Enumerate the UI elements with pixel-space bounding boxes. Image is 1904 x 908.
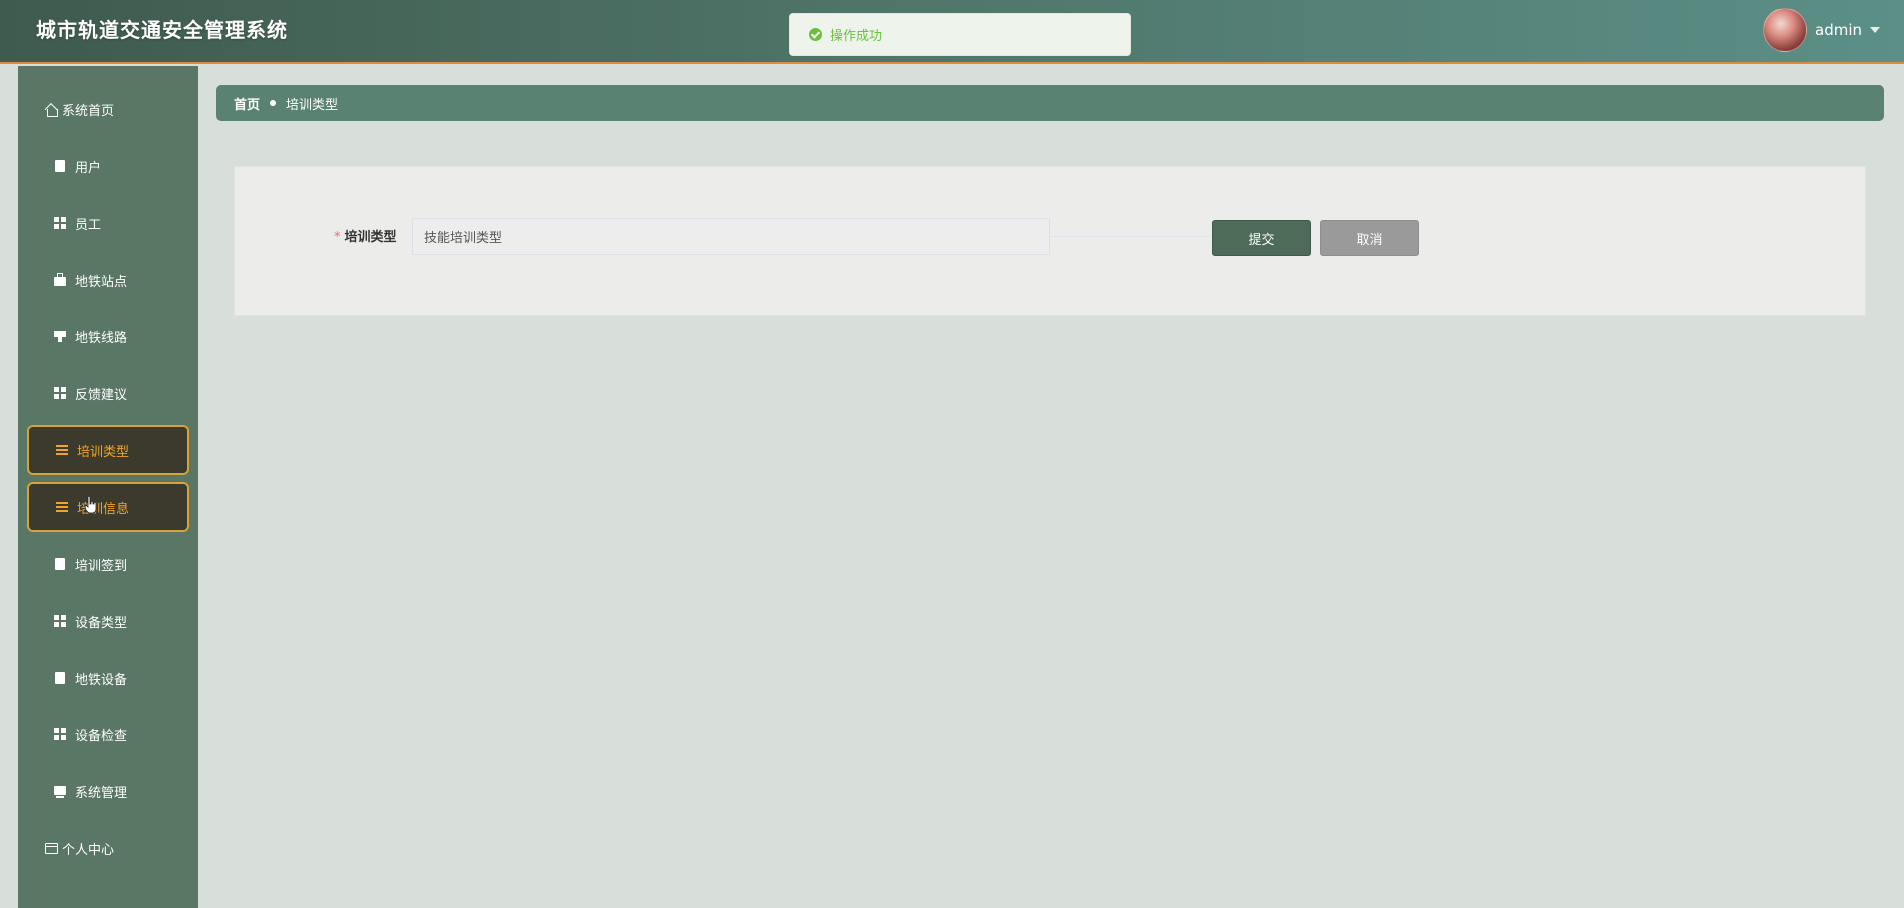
mouse-pointer-icon <box>85 496 97 514</box>
grid-icon <box>53 727 67 741</box>
training-type-label: * 培训类型 <box>334 226 397 245</box>
sidebar: 系统首页 用户 员工 地铁站点 地铁线路 反馈建议 培训类型 培训信息 培训签到… <box>18 66 198 908</box>
sidebar-item-label: 系统首页 <box>62 103 115 119</box>
sidebar-item-system-admin[interactable]: 系统管理 <box>27 766 189 816</box>
sidebar-item-stations[interactable]: 地铁站点 <box>27 255 189 305</box>
breadcrumb-separator <box>270 100 277 106</box>
breadcrumb-home[interactable]: 首页 <box>234 94 260 113</box>
cancel-button[interactable]: 取消 <box>1320 220 1419 256</box>
sidebar-item-label: 设备检查 <box>75 728 128 744</box>
sidebar-item-device-inspection[interactable]: 设备检查 <box>27 709 189 759</box>
divider <box>1050 236 1212 237</box>
sidebar-item-personal-center[interactable]: 个人中心 <box>27 823 189 873</box>
sidebar-item-label: 地铁设备 <box>75 672 128 688</box>
clipboard-icon <box>53 671 67 685</box>
sidebar-item-label: 用户 <box>75 160 102 176</box>
briefcase-icon <box>53 273 67 287</box>
clipboard-icon <box>53 159 67 173</box>
list-icon <box>55 500 69 514</box>
avatar[interactable] <box>1763 8 1807 52</box>
sidebar-item-metro-devices[interactable]: 地铁设备 <box>27 653 189 703</box>
sidebar-item-home[interactable]: 系统首页 <box>27 84 189 134</box>
sidebar-item-label: 地铁线路 <box>75 330 128 346</box>
training-type-input[interactable] <box>412 218 1050 255</box>
user-menu[interactable]: admin <box>1763 8 1880 52</box>
training-type-label-text: 培训类型 <box>344 230 397 245</box>
app-title: 城市轨道交通安全管理系统 <box>36 18 288 42</box>
sidebar-item-lines[interactable]: 地铁线路 <box>27 311 189 361</box>
sidebar-item-training-info[interactable]: 培训信息 <box>27 482 189 532</box>
card-icon <box>44 841 58 855</box>
grid-icon <box>53 614 67 628</box>
breadcrumb-current: 培训类型 <box>286 97 339 113</box>
sidebar-item-label: 地铁站点 <box>75 274 128 290</box>
grid-icon <box>53 216 67 230</box>
required-mark: * <box>334 230 341 245</box>
sidebar-item-training-type[interactable]: 培训类型 <box>27 425 189 475</box>
sidebar-item-label: 系统管理 <box>75 785 128 801</box>
sidebar-item-training-checkin[interactable]: 培训签到 <box>27 539 189 589</box>
clipboard-icon <box>53 557 67 571</box>
toast-message: 操作成功 <box>830 29 883 44</box>
sidebar-item-label: 反馈建议 <box>75 387 128 403</box>
breadcrumb: 首页 培训类型 <box>216 85 1884 121</box>
submit-button[interactable]: 提交 <box>1212 220 1311 256</box>
home-icon <box>44 102 58 117</box>
username[interactable]: admin <box>1815 21 1862 39</box>
sidebar-item-employees[interactable]: 员工 <box>27 198 189 248</box>
success-toast: 操作成功 <box>789 13 1131 56</box>
sidebar-item-users[interactable]: 用户 <box>27 141 189 191</box>
sidebar-item-device-type[interactable]: 设备类型 <box>27 596 189 646</box>
grid-icon <box>53 386 67 400</box>
caret-down-icon[interactable] <box>1870 27 1880 33</box>
sidebar-item-label: 员工 <box>75 217 102 233</box>
sidebar-item-label: 设备类型 <box>75 615 128 631</box>
sidebar-item-label: 培训签到 <box>75 558 128 574</box>
sidebar-item-label: 个人中心 <box>62 842 115 858</box>
stamp-icon <box>53 329 67 343</box>
monitor-icon <box>53 784 67 798</box>
sidebar-item-feedback[interactable]: 反馈建议 <box>27 368 189 418</box>
list-icon <box>55 443 69 457</box>
sidebar-item-label: 培训类型 <box>77 444 130 460</box>
success-check-icon <box>809 28 822 41</box>
